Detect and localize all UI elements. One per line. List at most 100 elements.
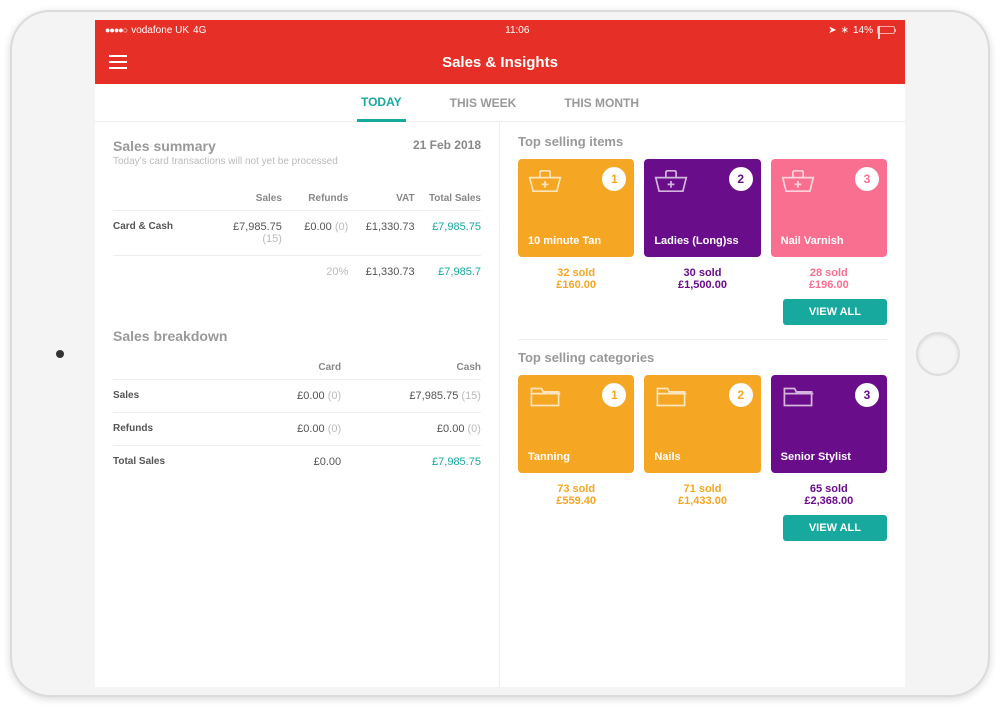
breakdown-cash: £0.00 (0)	[341, 423, 481, 435]
top-categories-cards: 1 Tanning2 Nails3 Senior Stylist	[518, 375, 887, 473]
view-all-items-button[interactable]: VIEW ALL	[783, 299, 887, 325]
folder-icon	[781, 385, 815, 409]
breakdown-row: Refunds £0.00 (0) £0.00 (0)	[113, 412, 481, 445]
card-stat: 73 sold £559.40	[518, 483, 634, 507]
vat-percent: 20%	[282, 266, 348, 278]
ipad-camera	[56, 350, 64, 358]
row-vat: £1,330.73	[348, 221, 414, 245]
rank-badge: 2	[729, 383, 753, 407]
sold-count: 32 sold	[518, 267, 634, 279]
signal-icon: ●●●●○	[105, 25, 127, 35]
sold-count: 30 sold	[644, 267, 760, 279]
breakdown-cash: £7,985.75 (15)	[341, 390, 481, 402]
hamburger-icon[interactable]	[109, 55, 127, 69]
network-label: 4G	[193, 25, 206, 36]
row-label: Card & Cash	[113, 221, 216, 245]
sales-breakdown: Sales breakdown Card Cash Sales £0.00 (0…	[113, 328, 481, 478]
breakdown-card: £0.00	[201, 456, 341, 468]
clock: 11:06	[505, 25, 529, 36]
battery-percent: 14%	[853, 25, 873, 36]
card-stat: 30 sold £1,500.00	[644, 267, 760, 291]
card-name: Nail Varnish	[781, 235, 877, 247]
tab-this-week[interactable]: THIS WEEK	[446, 85, 521, 120]
content: Sales summary 21 Feb 2018 Today's card t…	[95, 122, 905, 687]
top-items-title: Top selling items	[518, 134, 887, 149]
card-name: Nails	[654, 451, 750, 463]
ranking-card[interactable]: 1 Tanning	[518, 375, 634, 473]
sold-count: 65 sold	[771, 483, 887, 495]
vat-total: £1,330.73	[348, 266, 414, 278]
card-name: Senior Stylist	[781, 451, 877, 463]
col-vat: VAT	[348, 193, 414, 204]
summary-footer-row: 20% £1,330.73 £7,985.7	[113, 255, 481, 288]
card-stat: 32 sold £160.00	[518, 267, 634, 291]
sold-amount: £1,433.00	[644, 495, 760, 507]
sold-count: 28 sold	[771, 267, 887, 279]
sold-count: 71 sold	[644, 483, 760, 495]
rank-badge: 3	[855, 383, 879, 407]
breakdown-card: £0.00 (0)	[201, 390, 341, 402]
top-items-cards: 1 10 minute Tan2 Ladies (Long)ss3 Nail V…	[518, 159, 887, 257]
basket-icon	[654, 169, 688, 193]
sold-amount: £196.00	[771, 279, 887, 291]
breakdown-card: £0.00 (0)	[201, 423, 341, 435]
row-refunds: £0.00 (0)	[282, 221, 348, 245]
summary-row: Card & Cash £7,985.75 (15) £0.00 (0) £1,…	[113, 210, 481, 255]
home-button[interactable]	[916, 332, 960, 376]
ipad-frame: ●●●●○ vodafone UK 4G 11:06 ➤ ∗ 14% Sales…	[10, 10, 990, 697]
folder-icon	[654, 385, 688, 409]
col-sales: Sales	[216, 193, 282, 204]
ranking-card[interactable]: 3 Nail Varnish	[771, 159, 887, 257]
rank-badge: 1	[602, 383, 626, 407]
breakdown-title: Sales breakdown	[113, 328, 481, 344]
page-title: Sales & Insights	[95, 54, 905, 71]
top-categories-title: Top selling categories	[518, 350, 887, 365]
view-all-categories-button[interactable]: VIEW ALL	[783, 515, 887, 541]
ranking-card[interactable]: 2 Ladies (Long)ss	[644, 159, 760, 257]
right-panel: Top selling items 1 10 minute Tan2 Ladie…	[500, 122, 905, 687]
card-name: Tanning	[528, 451, 624, 463]
col-card: Card	[201, 362, 341, 373]
tabs: TODAY THIS WEEK THIS MONTH	[95, 84, 905, 122]
sales-summary-subtitle: Today's card transactions will not yet b…	[113, 156, 481, 167]
breakdown-row: Sales £0.00 (0) £7,985.75 (15)	[113, 379, 481, 412]
breakdown-label: Total Sales	[113, 456, 201, 468]
sold-amount: £2,368.00	[771, 495, 887, 507]
tab-today[interactable]: TODAY	[357, 84, 406, 122]
ranking-card[interactable]: 2 Nails	[644, 375, 760, 473]
col-refunds: Refunds	[282, 193, 348, 204]
sales-summary-title: Sales summary	[113, 138, 216, 154]
ranking-card[interactable]: 3 Senior Stylist	[771, 375, 887, 473]
card-stat: 28 sold £196.00	[771, 267, 887, 291]
card-stat: 71 sold £1,433.00	[644, 483, 760, 507]
breakdown-row: Total Sales £0.00 £7,985.75	[113, 445, 481, 478]
rank-badge: 3	[855, 167, 879, 191]
card-name: 10 minute Tan	[528, 235, 624, 247]
nav-bar: Sales & Insights	[95, 40, 905, 84]
card-name: Ladies (Long)ss	[654, 235, 750, 247]
sales-summary-table: Sales Refunds VAT Total Sales Card & Cas…	[113, 185, 481, 288]
screen: ●●●●○ vodafone UK 4G 11:06 ➤ ∗ 14% Sales…	[95, 20, 905, 687]
grand-total: £7,985.7	[415, 266, 481, 278]
row-sales: £7,985.75 (15)	[216, 221, 282, 245]
sales-summary-date: 21 Feb 2018	[413, 138, 481, 152]
breakdown-label: Sales	[113, 390, 201, 402]
breakdown-label: Refunds	[113, 423, 201, 435]
basket-icon	[781, 169, 815, 193]
row-total: £7,985.75	[415, 221, 481, 245]
col-cash: Cash	[341, 362, 481, 373]
sold-amount: £160.00	[518, 279, 634, 291]
rank-badge: 2	[729, 167, 753, 191]
breakdown-cash: £7,985.75	[341, 456, 481, 468]
tab-this-month[interactable]: THIS MONTH	[560, 85, 643, 120]
rank-badge: 1	[602, 167, 626, 191]
status-bar: ●●●●○ vodafone UK 4G 11:06 ➤ ∗ 14%	[95, 20, 905, 40]
folder-icon	[528, 385, 562, 409]
left-panel: Sales summary 21 Feb 2018 Today's card t…	[95, 122, 500, 687]
ranking-card[interactable]: 1 10 minute Tan	[518, 159, 634, 257]
basket-icon	[528, 169, 562, 193]
battery-icon	[877, 26, 895, 34]
col-total: Total Sales	[415, 193, 481, 204]
sold-amount: £1,500.00	[644, 279, 760, 291]
carrier-label: vodafone UK	[131, 25, 189, 36]
